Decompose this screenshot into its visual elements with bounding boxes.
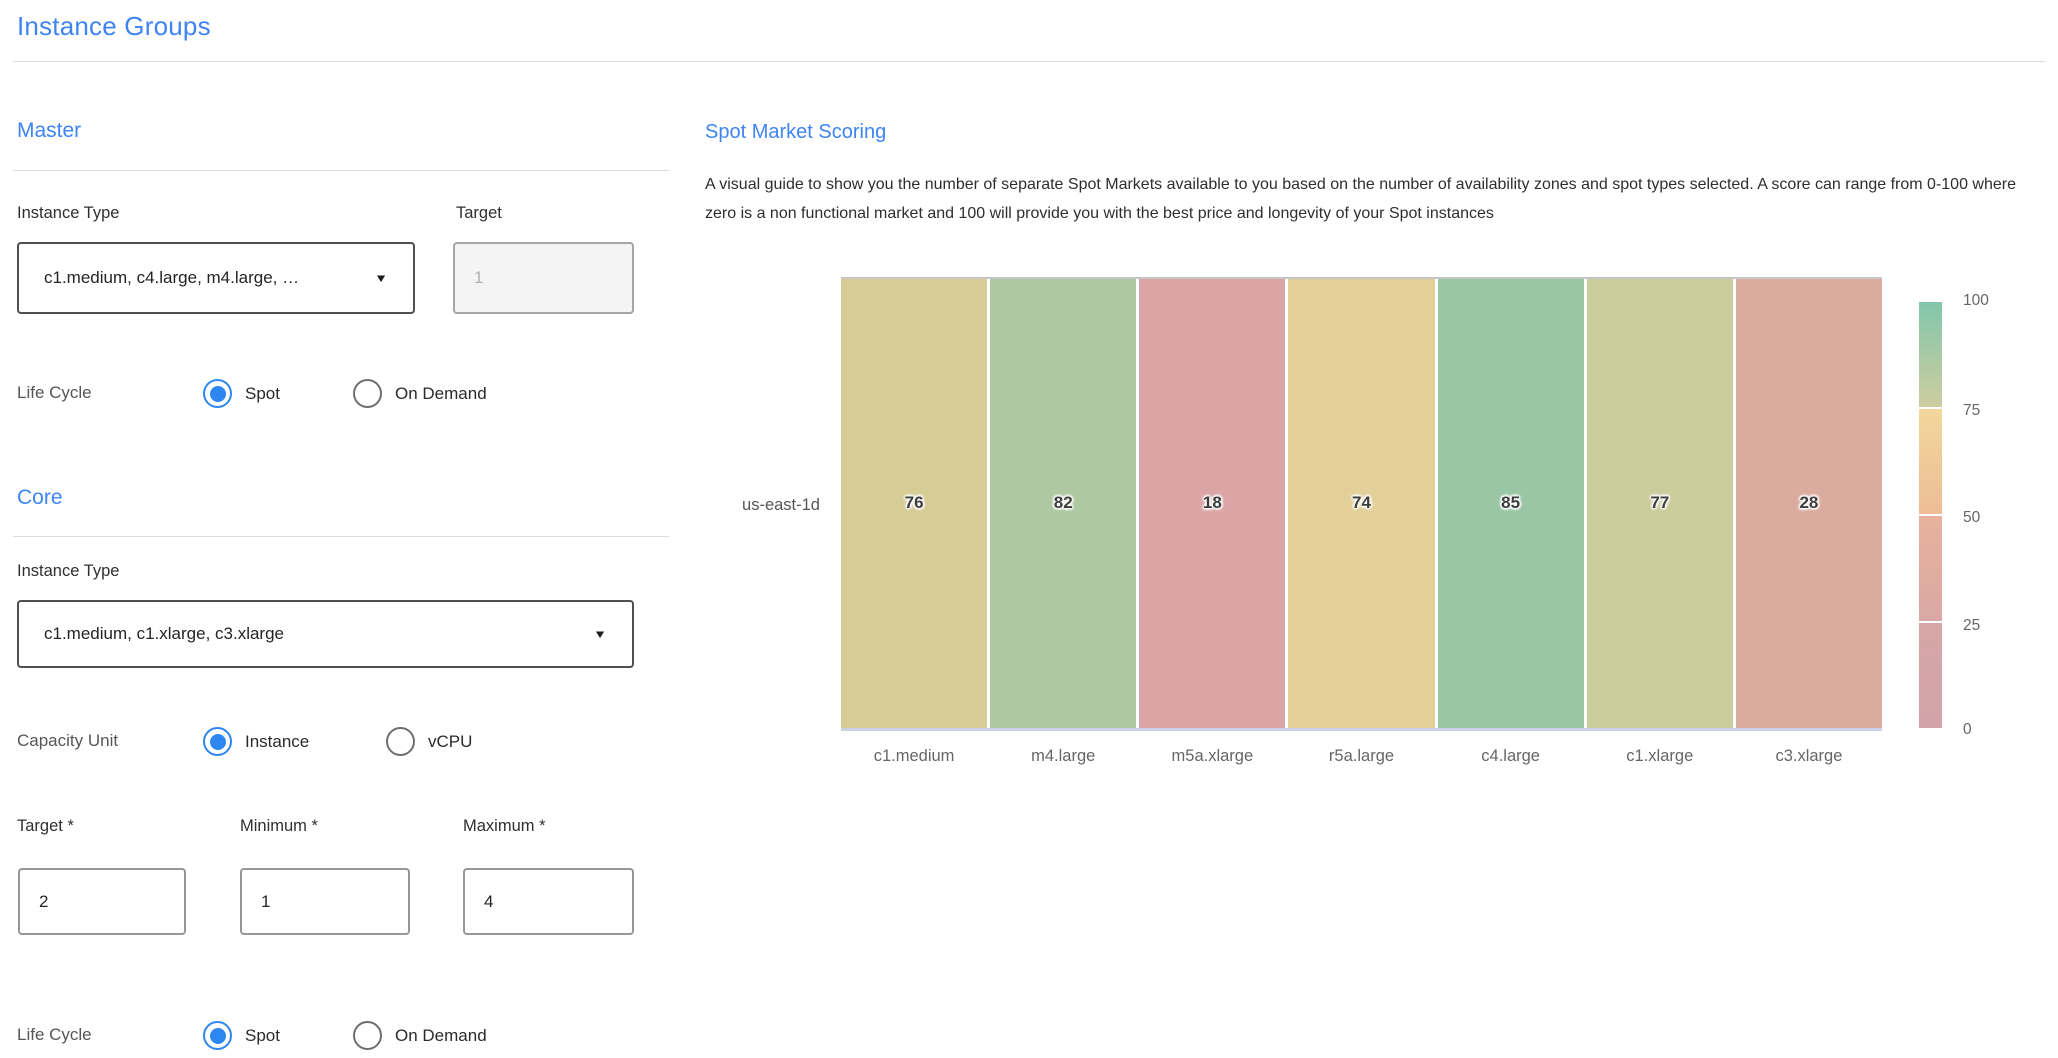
core-capacity-unit-option-instance[interactable]: Instance [203,727,309,756]
colorbar-tick-label: 50 [1963,509,2023,531]
colorbar-segment [1919,623,1942,728]
heatmap-cell: 82 [990,279,1136,728]
master-life-cycle-option-spot[interactable]: Spot [203,379,280,408]
colorbar-segment [1919,409,1942,514]
master-instance-type-select[interactable]: c1.medium, c4.large, m4.large, … ▼ [17,242,415,314]
heatmap-cell: 76 [841,279,987,728]
page-title: Instance Groups [17,11,211,42]
heatmap-cell-value: 74 [1288,493,1434,513]
colorbar-tick-label: 25 [1963,617,2023,639]
core-capacity-unit-label: Capacity Unit [17,731,118,751]
core-capacity-unit-option-vcpu[interactable]: vCPU [386,727,472,756]
colorbar-tick-label: 75 [1963,402,2023,424]
heatmap-colorbar [1919,302,1942,728]
radio-option-label: Spot [245,1026,280,1046]
core-life-cycle-label: Life Cycle [17,1025,92,1045]
master-target-input[interactable] [453,242,634,314]
core-maximum-label: Maximum * [463,817,546,836]
core-life-cycle-option-on-demand[interactable]: On Demand [353,1021,487,1050]
divider [13,170,669,171]
heatmap-column-label: r5a.large [1288,747,1434,766]
heatmap-column-label: c1.medium [841,747,987,766]
spot-market-scoring-description: A visual guide to show you the number of… [705,170,2043,228]
radio-option-label: vCPU [428,732,472,752]
heatmap-cell-value: 76 [841,493,987,513]
core-instance-type-label: Instance Type [17,562,119,581]
heatmap-cell-value: 82 [990,493,1136,513]
radio-option-label: Instance [245,732,309,752]
section-heading-master: Master [17,119,81,143]
radio-option-label: On Demand [395,384,487,404]
core-minimum-label: Minimum * [240,817,318,836]
master-target-label: Target [456,204,502,223]
colorbar-segment [1919,302,1942,407]
core-maximum-input[interactable] [463,868,634,935]
colorbar-tick-label: 100 [1963,292,2023,314]
radio-icon [203,727,232,756]
radio-option-label: On Demand [395,1026,487,1046]
heatmap-column-label: m4.large [990,747,1136,766]
core-instance-type-select[interactable]: c1.medium, c1.xlarge, c3.xlarge ▼ [17,600,634,668]
heatmap-cell: 85 [1438,279,1584,728]
core-capacity-unit-group: Capacity Unit Instance vCPU [0,727,700,757]
master-life-cycle-option-on-demand[interactable]: On Demand [353,379,487,408]
chevron-down-icon: ▼ [593,627,607,640]
heatmap-cell-value: 28 [1736,493,1882,513]
colorbar-segment [1919,516,1942,621]
heatmap-x-axis-labels: c1.mediumm4.largem5a.xlarger5a.largec4.l… [841,747,1882,766]
colorbar-tick-label: 0 [1963,721,2023,743]
core-instance-type-value: c1.medium, c1.xlarge, c3.xlarge [44,624,579,644]
chevron-down-icon: ▼ [374,271,388,284]
radio-icon [353,1021,382,1050]
master-life-cycle-group: Life Cycle Spot On Demand [0,379,700,409]
heatmap-plot: 76821874857728 [841,277,1882,731]
heatmap-column-label: m5a.xlarge [1139,747,1285,766]
heatmap-column-label: c1.xlarge [1587,747,1733,766]
master-life-cycle-label: Life Cycle [17,383,92,403]
radio-option-label: Spot [245,384,280,404]
heatmap-cell: 18 [1139,279,1285,728]
core-target-label: Target * [17,817,74,836]
section-heading-core: Core [17,486,63,510]
radio-icon [203,379,232,408]
heatmap-cell-value: 18 [1139,493,1285,513]
radio-icon [203,1021,232,1050]
master-instance-type-label: Instance Type [17,204,119,223]
radio-icon [353,379,382,408]
divider [13,536,669,537]
heatmap-column-label: c3.xlarge [1736,747,1882,766]
heatmap-cell-value: 77 [1587,493,1733,513]
heatmap-cell-value: 85 [1438,493,1584,513]
spot-market-scoring-heading: Spot Market Scoring [705,121,886,144]
heatmap-column-label: c4.large [1438,747,1584,766]
core-life-cycle-option-spot[interactable]: Spot [203,1021,280,1050]
heatmap-cell: 74 [1288,279,1434,728]
master-instance-type-value: c1.medium, c4.large, m4.large, … [44,268,360,288]
divider [13,61,2045,62]
heatmap-cell: 28 [1736,279,1882,728]
core-target-input[interactable] [18,868,186,935]
radio-icon [386,727,415,756]
heatmap-cell: 77 [1587,279,1733,728]
instance-groups-page: Instance Groups Master Instance Type c1.… [0,0,2058,1058]
core-life-cycle-group: Life Cycle Spot On Demand [0,1021,700,1051]
core-minimum-input[interactable] [240,868,410,935]
heatmap-row-label: us-east-1d [600,496,820,515]
